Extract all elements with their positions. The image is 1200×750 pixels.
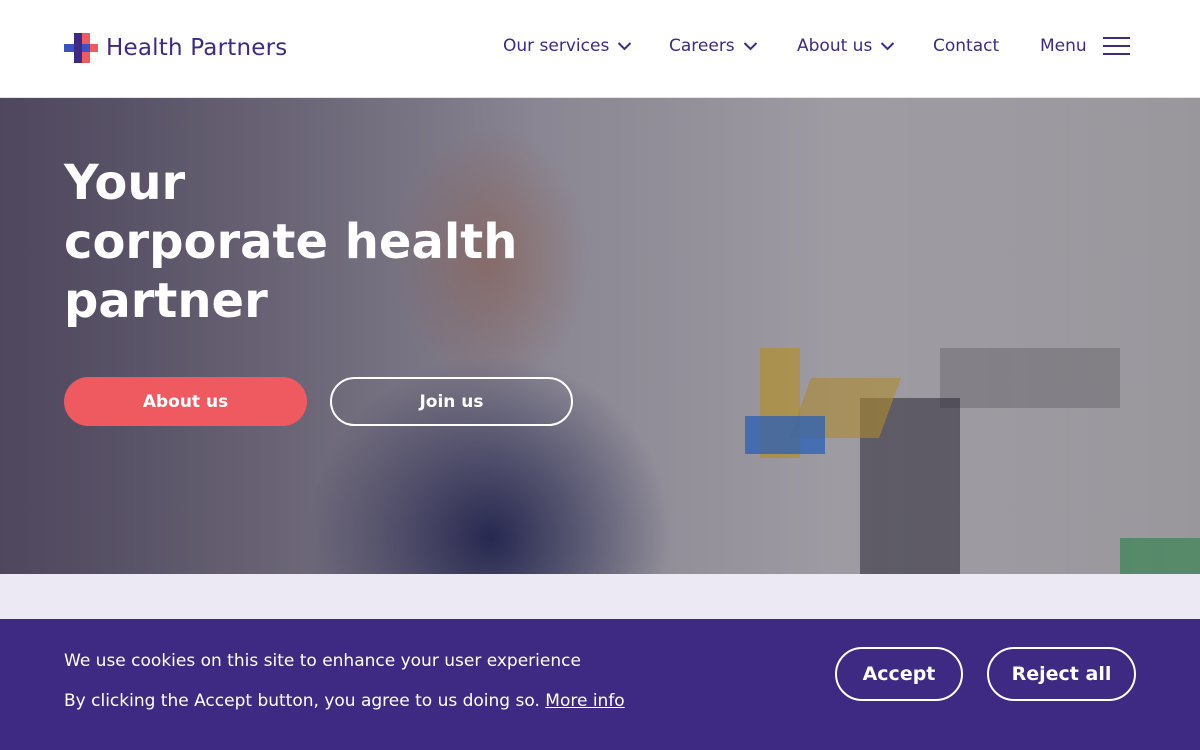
nav-label: Our services — [503, 36, 610, 56]
hamburger-icon — [1102, 36, 1130, 56]
hero-title-line: corporate health — [64, 214, 518, 270]
nav-label: Contact — [933, 36, 1000, 56]
chevron-down-icon — [881, 42, 895, 51]
menu-button[interactable]: Menu — [1040, 36, 1130, 56]
cookie-message: We use cookies on this site to enhance y… — [64, 651, 581, 671]
reject-cookies-button[interactable]: Reject all — [987, 647, 1136, 701]
cookie-consent-text: By clicking the Accept button, you agree… — [64, 691, 625, 711]
nav-about-us[interactable]: About us — [797, 36, 895, 56]
nav-contact[interactable]: Contact — [933, 36, 999, 56]
hero-title-line: partner — [64, 273, 268, 329]
more-info-link[interactable]: More info — [545, 691, 624, 711]
nav-our-services[interactable]: Our services — [503, 36, 632, 56]
hero-title: Your corporate health partner — [64, 154, 544, 331]
nav-careers[interactable]: Careers — [669, 36, 758, 56]
chevron-down-icon — [618, 42, 632, 51]
nav-label: Careers — [669, 36, 735, 56]
logo-mark-icon — [64, 33, 98, 63]
accept-cookies-button[interactable]: Accept — [835, 647, 963, 701]
hero-section: Your corporate health partner About us J… — [0, 98, 1200, 574]
chevron-down-icon — [743, 42, 757, 51]
cookie-consent-message: By clicking the Accept button, you agree… — [64, 691, 540, 711]
hero-title-line: Your — [64, 155, 186, 211]
site-header: Health Partners Our services Careers Abo… — [0, 0, 1200, 98]
menu-label: Menu — [1040, 36, 1087, 56]
cookie-banner: We use cookies on this site to enhance y… — [0, 619, 1200, 750]
logo-text: Health Partners — [106, 35, 288, 61]
join-us-button[interactable]: Join us — [330, 377, 573, 426]
logo[interactable]: Health Partners — [64, 33, 287, 63]
nav-label: About us — [797, 36, 873, 56]
content-strip — [0, 574, 1200, 619]
about-us-button[interactable]: About us — [64, 377, 307, 426]
